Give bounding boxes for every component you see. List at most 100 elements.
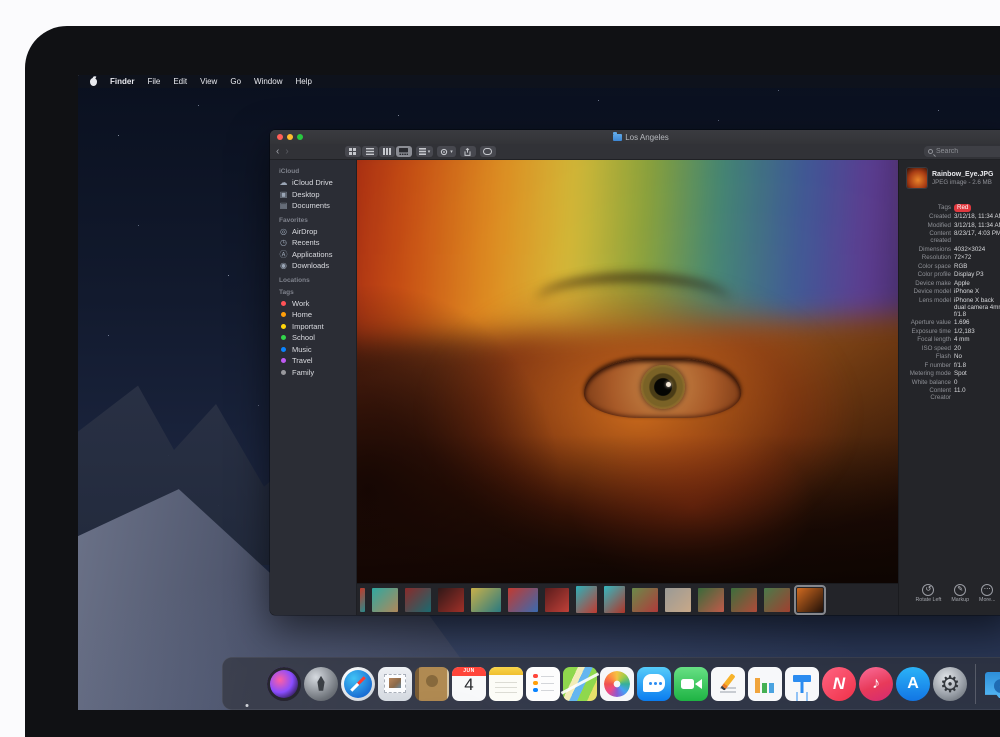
photo-preview[interactable]: [357, 160, 898, 583]
sidebar-tag-item[interactable]: Music: [279, 344, 356, 356]
menu-bar-item[interactable]: Go: [230, 77, 241, 86]
dock-app-icon[interactable]: [415, 667, 449, 701]
menu-bar-item[interactable]: Help: [295, 77, 311, 86]
sidebar-tag-label: Home: [292, 310, 312, 319]
column-view-button[interactable]: [379, 146, 395, 157]
photo-thumbnail[interactable]: [764, 588, 790, 612]
photo-thumbnail[interactable]: [545, 588, 569, 612]
quick-action-button[interactable]: ↺ Rotate Left: [915, 584, 941, 612]
action-menu-button[interactable]: ▾: [437, 146, 456, 157]
sidebar-item[interactable]: ◷ Recents: [279, 237, 356, 249]
metadata-label: Device make: [907, 280, 951, 287]
menu-bar-item[interactable]: Window: [254, 77, 282, 86]
metadata-value: 0: [954, 379, 1000, 386]
thumbnail-strip[interactable]: [357, 583, 898, 615]
dock-app-icon[interactable]: [341, 667, 375, 701]
dock-app-icon[interactable]: [378, 667, 412, 701]
sidebar-tag-item[interactable]: Work: [279, 298, 356, 310]
photo-thumbnail[interactable]: [632, 588, 658, 612]
photo-thumbnail[interactable]: [438, 588, 464, 612]
tag-color-dot: [281, 358, 286, 363]
photo-thumbnail[interactable]: [471, 588, 501, 612]
dock-app-icon[interactable]: [267, 667, 301, 701]
sidebar-tag-item[interactable]: Family: [279, 367, 356, 379]
metadata-row: Color space RGB: [907, 263, 1000, 270]
dock-app-icon[interactable]: [304, 667, 338, 701]
dock-app-icon[interactable]: [822, 667, 856, 701]
quick-action-button[interactable]: ✎ Markup: [951, 584, 969, 612]
sidebar-item[interactable]: ◎ AirDrop: [279, 226, 356, 238]
dock-app-icon[interactable]: [674, 667, 708, 701]
photo-thumbnail[interactable]: [797, 588, 823, 612]
menu-bar-item[interactable]: Finder: [110, 77, 134, 86]
sidebar-section-title: Favorites: [279, 217, 356, 224]
dock-app-icon[interactable]: [489, 667, 523, 701]
metadata-value: Apple: [954, 280, 1000, 287]
sidebar-tag-item[interactable]: Important: [279, 321, 356, 333]
sidebar-item[interactable]: ▣ Desktop: [279, 189, 356, 201]
photo-thumbnail[interactable]: [576, 586, 597, 613]
dock-app-icon[interactable]: [859, 667, 893, 701]
finder-toolbar: ‹ ›: [270, 144, 1000, 160]
metadata-value: 20: [954, 345, 1000, 352]
photo-thumbnail[interactable]: [698, 588, 724, 612]
photo-thumbnail[interactable]: [508, 588, 538, 612]
gallery-view-button[interactable]: [396, 146, 412, 157]
window-titlebar[interactable]: Los Angeles: [270, 130, 1000, 144]
metadata-value: 11.0: [954, 387, 1000, 401]
dock-app-icon[interactable]: [230, 667, 264, 701]
sidebar-item[interactable]: ◉ Downloads: [279, 260, 356, 272]
file-type-size: JPEG image - 2.6 MB: [932, 179, 993, 186]
quick-action-icon: ✎: [954, 584, 966, 596]
sidebar-tag-label: Music: [292, 345, 312, 354]
dock-app-icon[interactable]: [637, 667, 671, 701]
sidebar-item[interactable]: Ⓐ Applications: [279, 249, 356, 261]
photo-thumbnail[interactable]: [372, 588, 398, 612]
search-input[interactable]: [936, 148, 1000, 155]
quick-action-button[interactable]: ⋯ More...: [979, 584, 995, 612]
dock-app-icon[interactable]: [526, 667, 560, 701]
apple-menu-icon[interactable]: [90, 78, 97, 86]
metadata-value: f/1.8: [954, 362, 1000, 369]
sidebar-tag-item[interactable]: Travel: [279, 355, 356, 367]
dock-app-icon[interactable]: [896, 667, 930, 701]
dock-app-icon[interactable]: [748, 667, 782, 701]
back-button[interactable]: ‹: [276, 147, 279, 157]
search-field[interactable]: [924, 146, 1000, 157]
metadata-label: Device model: [907, 288, 951, 295]
tag-button[interactable]: [480, 146, 496, 157]
photo-thumbnail[interactable]: [731, 588, 757, 612]
metadata-label: Exposure time: [907, 328, 951, 335]
sidebar-item-icon: ☁: [279, 178, 288, 187]
photo-thumbnail[interactable]: [604, 586, 625, 613]
list-view-button[interactable]: [362, 146, 378, 157]
dock-app-icon[interactable]: [933, 667, 967, 701]
tag-color-dot: [281, 347, 286, 352]
search-icon: [928, 149, 933, 154]
dock-app-icon[interactable]: [785, 667, 819, 701]
sidebar-tag-item[interactable]: Home: [279, 309, 356, 321]
menu-bar-item[interactable]: File: [147, 77, 160, 86]
dock-app-icon[interactable]: [984, 667, 1000, 701]
forward-button[interactable]: ›: [285, 147, 288, 157]
menu-bar: Finder File Edit View Go Window Help: [78, 75, 1000, 88]
icon-view-button[interactable]: [345, 146, 361, 157]
menu-bar-item[interactable]: View: [200, 77, 217, 86]
sidebar-item[interactable]: ▤ Documents: [279, 200, 356, 212]
dock-app-icon[interactable]: [563, 667, 597, 701]
group-button[interactable]: ▾: [416, 146, 434, 157]
sidebar-tag-label: Important: [292, 322, 324, 331]
metadata-label: Content created: [907, 230, 951, 244]
share-button[interactable]: [460, 146, 476, 157]
photo-thumbnail[interactable]: [665, 588, 691, 612]
dock-app-icon[interactable]: JUN 4: [452, 667, 486, 701]
dock-app-icon[interactable]: [711, 667, 745, 701]
menu-bar-item[interactable]: Edit: [173, 77, 187, 86]
sidebar-item-label: Desktop: [292, 190, 320, 199]
photo-thumbnail[interactable]: [405, 588, 431, 612]
photo-thumbnail[interactable]: [360, 588, 365, 612]
sidebar-item[interactable]: ☁ iCloud Drive: [279, 177, 356, 189]
sidebar-tag-item[interactable]: School: [279, 332, 356, 344]
dock-app-icon[interactable]: [600, 667, 634, 701]
metadata-label: Resolution: [907, 254, 951, 261]
